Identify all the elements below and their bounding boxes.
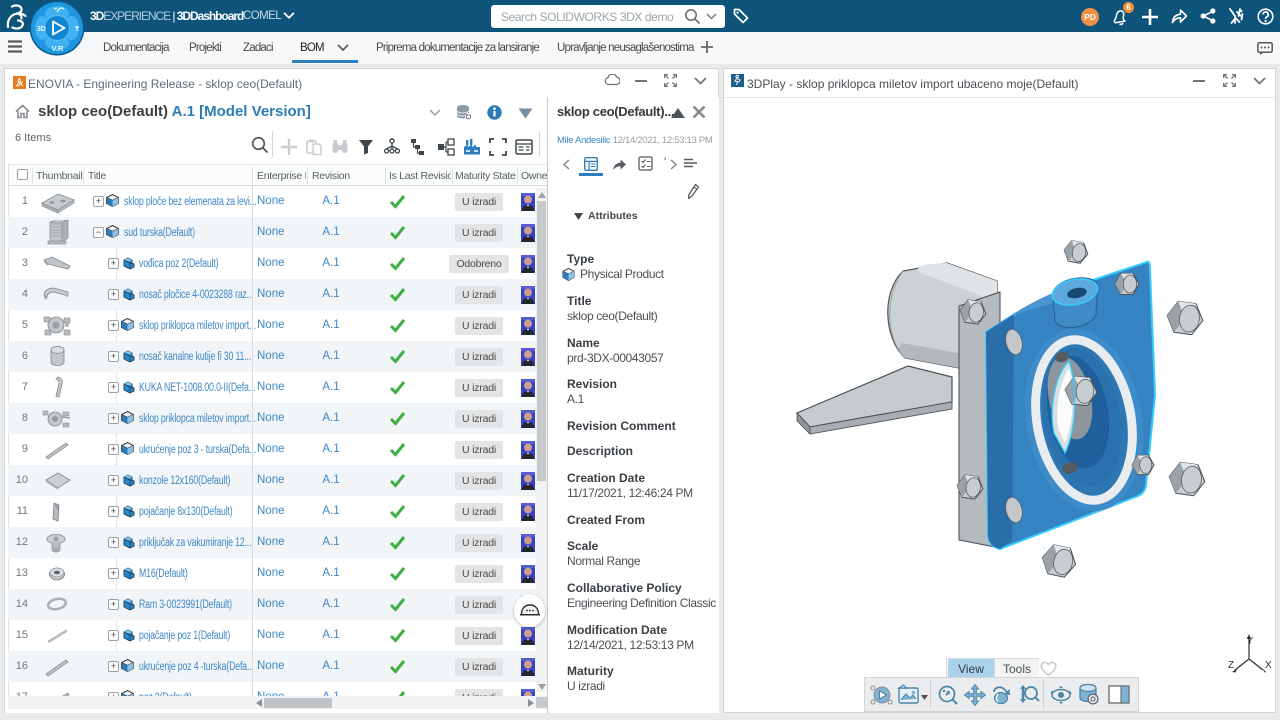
svg-text:V.R: V.R xyxy=(52,44,64,53)
svg-text:Z: Z xyxy=(1228,660,1234,671)
svg-text:Y: Y xyxy=(1247,636,1254,647)
svg-text:3D: 3D xyxy=(37,26,46,33)
svg-text:X: X xyxy=(1265,660,1272,671)
